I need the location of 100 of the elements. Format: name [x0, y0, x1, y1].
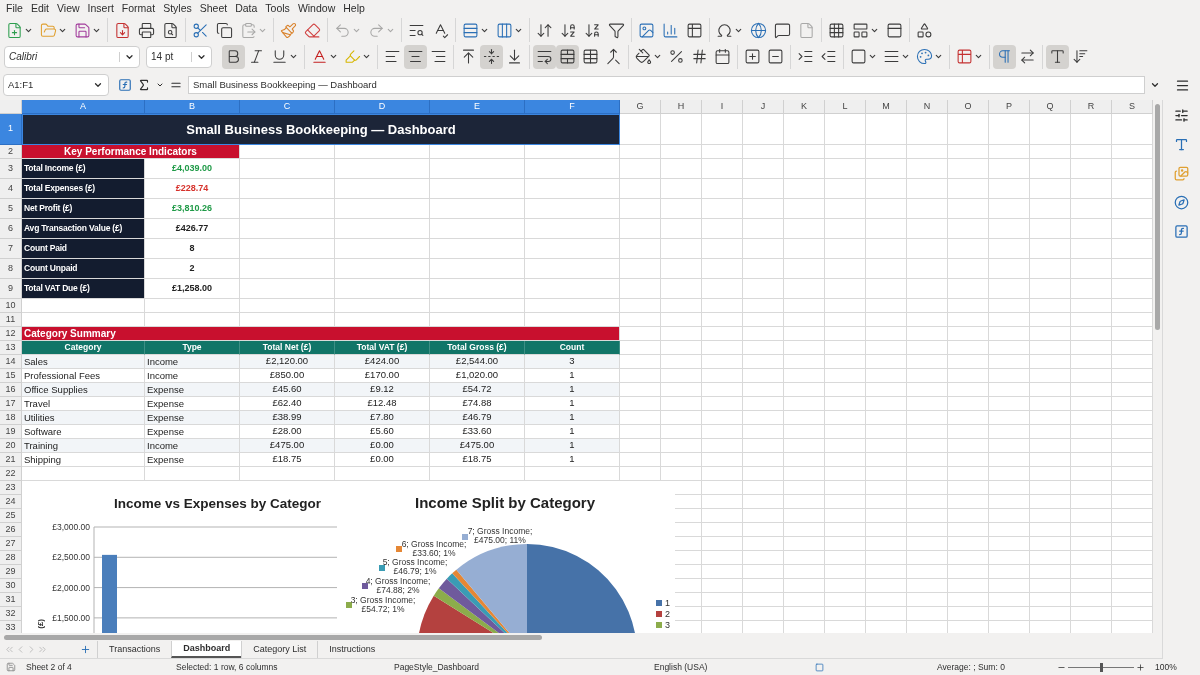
table-cell: £170.00: [335, 369, 430, 383]
row-header[interactable]: 17: [0, 397, 22, 411]
row-header[interactable]: 18: [0, 411, 22, 425]
name-box[interactable]: A1:F1: [3, 74, 109, 96]
table-cell: £74.88: [430, 397, 525, 411]
font-name-field[interactable]: Calibri: [4, 45, 140, 68]
sum-status: Average: ; Sum: 0: [937, 660, 1006, 674]
row-header[interactable]: 11: [0, 313, 22, 327]
row-header[interactable]: 15: [0, 369, 22, 383]
column-header[interactable]: H: [661, 100, 702, 114]
row-header[interactable]: 32: [0, 607, 22, 621]
column-header[interactable]: I: [702, 100, 743, 114]
row-header[interactable]: 13: [0, 341, 22, 355]
row-header[interactable]: 10: [0, 299, 22, 313]
row-header[interactable]: 27: [0, 537, 22, 551]
axis-tick-label: £3,000.00: [52, 522, 90, 532]
sheet-tab[interactable]: Instructions: [317, 641, 387, 658]
menu-item[interactable]: Tools: [261, 0, 294, 17]
row-header[interactable]: 24: [0, 495, 22, 509]
table-cell: £12.48: [335, 397, 430, 411]
table-cell: Travel: [22, 397, 145, 411]
table-cell: £33.60: [430, 425, 525, 439]
row-header[interactable]: 2: [0, 145, 22, 159]
column-header[interactable]: N: [907, 100, 948, 114]
table-cell: Shipping: [22, 453, 145, 467]
column-header[interactable]: Q: [1030, 100, 1071, 114]
row-header[interactable]: 19: [0, 425, 22, 439]
column-header[interactable]: L: [825, 100, 866, 114]
menu-item[interactable]: Format: [117, 0, 160, 17]
table-cell: £0.00: [335, 439, 430, 453]
formula-input[interactable]: Small Business Bookkeeping — Dashboard: [188, 76, 1145, 94]
column-header[interactable]: K: [784, 100, 825, 114]
column-header[interactable]: E: [430, 100, 525, 114]
column-header[interactable]: M: [866, 100, 907, 114]
table-cell: Sales: [22, 355, 145, 369]
column-header[interactable]: F: [525, 100, 620, 114]
row-header[interactable]: 7: [0, 239, 22, 259]
data-label: 7; Gross Income; £475.00; 11%: [467, 526, 533, 545]
axis-title: (£): [36, 619, 45, 629]
menu-item[interactable]: Styles: [159, 0, 196, 17]
row-header[interactable]: 14: [0, 355, 22, 369]
menu-item[interactable]: View: [53, 0, 84, 17]
table-cell: Utilities: [22, 411, 145, 425]
column-heading: Type: [145, 341, 240, 355]
row-header[interactable]: 21: [0, 453, 22, 467]
row-header[interactable]: 8: [0, 259, 22, 279]
menu-item[interactable]: Edit: [26, 0, 53, 17]
row-header[interactable]: 1: [0, 114, 22, 145]
column-header[interactable]: P: [989, 100, 1030, 114]
column-header[interactable]: D: [335, 100, 430, 114]
table-cell: £475.00: [430, 439, 525, 453]
menu-item[interactable]: Window: [293, 0, 340, 17]
row-header[interactable]: 3: [0, 159, 22, 179]
table-cell: £475.00: [240, 439, 335, 453]
table-cell: £38.99: [240, 411, 335, 425]
sheet-tab[interactable]: Dashboard: [171, 641, 242, 658]
table-cell: Income: [145, 355, 240, 369]
row-header[interactable]: 26: [0, 523, 22, 537]
row-header[interactable]: 28: [0, 551, 22, 565]
row-header[interactable]: 20: [0, 439, 22, 453]
row-header[interactable]: 9: [0, 279, 22, 299]
table-cell: 2: [145, 259, 240, 279]
table-cell: £1,258.00: [145, 279, 240, 299]
row-header[interactable]: 33: [0, 621, 22, 633]
row-header[interactable]: 30: [0, 579, 22, 593]
table-cell: 1: [525, 397, 620, 411]
menu-item[interactable]: Data: [231, 0, 262, 17]
font-size-field[interactable]: 14 pt: [146, 45, 212, 68]
row-header[interactable]: 12: [0, 327, 22, 341]
menu-item[interactable]: Help: [339, 0, 369, 17]
column-header[interactable]: R: [1071, 100, 1112, 114]
row-header[interactable]: 31: [0, 593, 22, 607]
column-header[interactable]: S: [1112, 100, 1153, 114]
column-header[interactable]: C: [240, 100, 335, 114]
row-header[interactable]: 5: [0, 199, 22, 219]
table-cell: Software: [22, 425, 145, 439]
menu-item[interactable]: File: [2, 0, 27, 17]
legend-label: 3: [665, 620, 670, 630]
row-header[interactable]: 29: [0, 565, 22, 579]
row-header[interactable]: 25: [0, 509, 22, 523]
row-header[interactable]: 16: [0, 383, 22, 397]
table-cell: Count Paid: [22, 239, 145, 259]
menu-item[interactable]: Sheet: [195, 0, 232, 17]
column-header[interactable]: A: [22, 100, 145, 114]
table-cell: Expense: [145, 397, 240, 411]
row-header[interactable]: 4: [0, 179, 22, 199]
column-header[interactable]: J: [743, 100, 784, 114]
row-header[interactable]: 6: [0, 219, 22, 239]
table-cell: 1: [525, 383, 620, 397]
row-header[interactable]: 23: [0, 481, 22, 495]
column-header[interactable]: B: [145, 100, 240, 114]
sheet-tab[interactable]: Category List: [241, 641, 318, 658]
table-cell: Expense: [145, 453, 240, 467]
column-header[interactable]: G: [620, 100, 661, 114]
column-header[interactable]: O: [948, 100, 989, 114]
menu-item[interactable]: Insert: [83, 0, 118, 17]
table-cell: Net Profit (£): [22, 199, 145, 219]
table-cell: Expense: [145, 383, 240, 397]
table-cell: Total Income (£): [22, 159, 145, 179]
row-header[interactable]: 22: [0, 467, 22, 481]
